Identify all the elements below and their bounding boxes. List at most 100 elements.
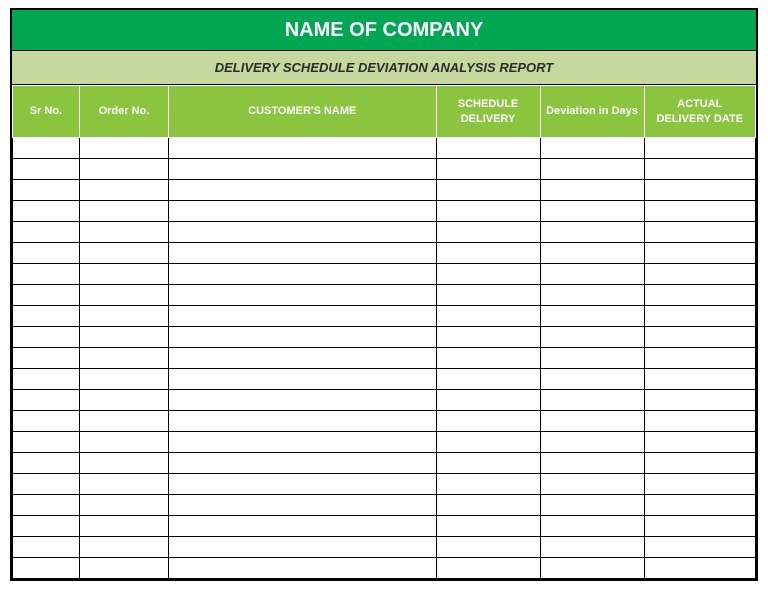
cell-deviation[interactable] [540,390,644,411]
cell-actual[interactable] [644,453,755,474]
cell-sr[interactable] [13,411,80,432]
cell-actual[interactable] [644,516,755,537]
cell-order[interactable] [79,201,168,222]
cell-deviation[interactable] [540,264,644,285]
cell-sr[interactable] [13,390,80,411]
cell-sr[interactable] [13,222,80,243]
cell-customer[interactable] [169,495,436,516]
cell-deviation[interactable] [540,306,644,327]
cell-sr[interactable] [13,495,80,516]
cell-sr[interactable] [13,306,80,327]
cell-customer[interactable] [169,138,436,159]
cell-order[interactable] [79,222,168,243]
cell-schedule[interactable] [436,159,540,180]
cell-actual[interactable] [644,180,755,201]
cell-order[interactable] [79,474,168,495]
cell-deviation[interactable] [540,222,644,243]
cell-actual[interactable] [644,558,755,579]
cell-deviation[interactable] [540,201,644,222]
cell-order[interactable] [79,285,168,306]
cell-order[interactable] [79,411,168,432]
cell-actual[interactable] [644,222,755,243]
cell-deviation[interactable] [540,558,644,579]
cell-customer[interactable] [169,453,436,474]
cell-schedule[interactable] [436,474,540,495]
cell-deviation[interactable] [540,495,644,516]
cell-actual[interactable] [644,243,755,264]
cell-actual[interactable] [644,201,755,222]
cell-order[interactable] [79,348,168,369]
cell-order[interactable] [79,453,168,474]
cell-schedule[interactable] [436,411,540,432]
cell-customer[interactable] [169,348,436,369]
cell-customer[interactable] [169,306,436,327]
cell-schedule[interactable] [436,138,540,159]
cell-schedule[interactable] [436,285,540,306]
cell-order[interactable] [79,243,168,264]
cell-sr[interactable] [13,432,80,453]
cell-order[interactable] [79,138,168,159]
cell-sr[interactable] [13,138,80,159]
cell-actual[interactable] [644,411,755,432]
cell-sr[interactable] [13,201,80,222]
cell-actual[interactable] [644,327,755,348]
cell-customer[interactable] [169,537,436,558]
cell-schedule[interactable] [436,495,540,516]
cell-schedule[interactable] [436,180,540,201]
cell-sr[interactable] [13,285,80,306]
cell-order[interactable] [79,306,168,327]
cell-schedule[interactable] [436,432,540,453]
cell-order[interactable] [79,558,168,579]
cell-customer[interactable] [169,180,436,201]
cell-deviation[interactable] [540,369,644,390]
cell-actual[interactable] [644,264,755,285]
cell-deviation[interactable] [540,516,644,537]
cell-order[interactable] [79,390,168,411]
cell-schedule[interactable] [436,453,540,474]
cell-customer[interactable] [169,243,436,264]
cell-sr[interactable] [13,264,80,285]
cell-deviation[interactable] [540,327,644,348]
cell-order[interactable] [79,369,168,390]
cell-actual[interactable] [644,348,755,369]
cell-actual[interactable] [644,369,755,390]
cell-customer[interactable] [169,285,436,306]
cell-order[interactable] [79,537,168,558]
cell-deviation[interactable] [540,243,644,264]
cell-schedule[interactable] [436,390,540,411]
cell-customer[interactable] [169,159,436,180]
cell-schedule[interactable] [436,369,540,390]
cell-customer[interactable] [169,474,436,495]
cell-customer[interactable] [169,390,436,411]
cell-sr[interactable] [13,327,80,348]
cell-schedule[interactable] [436,306,540,327]
cell-order[interactable] [79,432,168,453]
cell-deviation[interactable] [540,348,644,369]
cell-sr[interactable] [13,516,80,537]
cell-schedule[interactable] [436,558,540,579]
cell-customer[interactable] [169,201,436,222]
cell-sr[interactable] [13,558,80,579]
cell-deviation[interactable] [540,159,644,180]
cell-actual[interactable] [644,390,755,411]
cell-order[interactable] [79,495,168,516]
cell-schedule[interactable] [436,537,540,558]
cell-customer[interactable] [169,516,436,537]
cell-actual[interactable] [644,474,755,495]
cell-order[interactable] [79,180,168,201]
cell-schedule[interactable] [436,264,540,285]
cell-order[interactable] [79,327,168,348]
cell-sr[interactable] [13,348,80,369]
cell-actual[interactable] [644,138,755,159]
cell-deviation[interactable] [540,537,644,558]
cell-customer[interactable] [169,369,436,390]
cell-actual[interactable] [644,537,755,558]
cell-order[interactable] [79,264,168,285]
cell-deviation[interactable] [540,411,644,432]
cell-schedule[interactable] [436,348,540,369]
cell-schedule[interactable] [436,516,540,537]
cell-schedule[interactable] [436,222,540,243]
cell-schedule[interactable] [436,201,540,222]
cell-customer[interactable] [169,222,436,243]
cell-deviation[interactable] [540,138,644,159]
